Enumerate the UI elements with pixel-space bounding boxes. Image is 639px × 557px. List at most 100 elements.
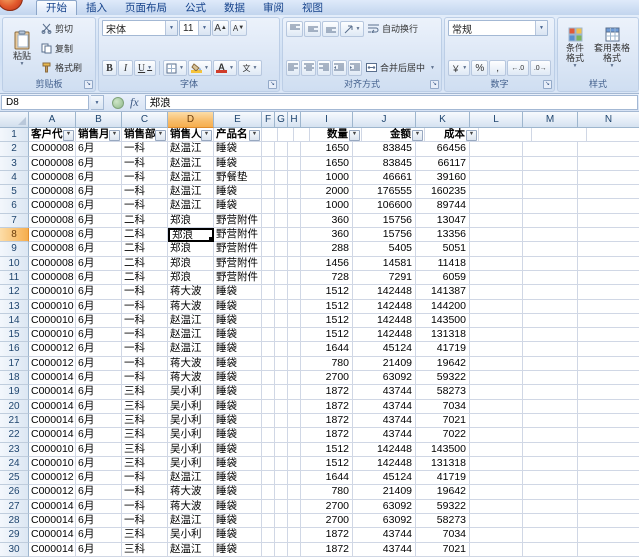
cell-A3[interactable]: C000008 [29,157,76,171]
cell-C25[interactable]: 一科 [122,471,168,485]
row-header-8[interactable]: 8 [0,228,29,242]
cell-F8[interactable] [262,228,275,242]
increase-decimal-button[interactable]: ←.0 [507,60,528,76]
cell-M6[interactable] [523,199,578,213]
cell-G28[interactable] [275,514,288,528]
cell-I14[interactable]: 1512 [301,314,353,328]
row-header-24[interactable]: 24 [0,457,29,471]
row-header-4[interactable]: 4 [0,171,29,185]
cell-L7[interactable] [470,214,523,228]
cell-C18[interactable]: 一科 [122,371,168,385]
cell-K22[interactable]: 7022 [416,428,470,442]
cell-B28[interactable]: 6月 [76,514,122,528]
cell-F12[interactable] [262,285,275,299]
cell-F24[interactable] [262,457,275,471]
cell-I22[interactable]: 1872 [301,428,353,442]
cell-G17[interactable] [275,357,288,371]
comma-style-button[interactable]: , [489,60,506,76]
cell-I10[interactable]: 1456 [301,257,353,271]
cell-K17[interactable]: 19642 [416,357,470,371]
cell-E3[interactable]: 睡袋 [214,157,262,171]
cell-B29[interactable]: 6月 [76,528,122,542]
cell-G29[interactable] [275,528,288,542]
cell-D8[interactable]: 郑浪 [168,228,214,242]
tab-home[interactable]: 开始 [36,0,77,15]
cell-B30[interactable]: 6月 [76,543,122,557]
cell-J7[interactable]: 15756 [353,214,416,228]
cell-D3[interactable]: 赵温江 [168,157,214,171]
cell-A27[interactable]: C000014 [29,500,76,514]
cell-J25[interactable]: 45124 [353,471,416,485]
cell-J9[interactable]: 5405 [353,242,416,256]
cell-B15[interactable]: 6月 [76,328,122,342]
align-right-button[interactable] [317,60,331,76]
cell-C9[interactable]: 二科 [122,242,168,256]
cell-A17[interactable]: C000012 [29,357,76,371]
cell-H2[interactable] [288,142,301,156]
cell-A15[interactable]: C000010 [29,328,76,342]
cell-F5[interactable] [262,185,275,199]
tab-page-layout[interactable]: 页面布局 [116,1,176,15]
formula-input[interactable]: 郑浪 [145,95,638,110]
cell-D18[interactable]: 蒋大波 [168,371,214,385]
cell-J23[interactable]: 142448 [353,443,416,457]
cell-L5[interactable] [470,185,523,199]
cell-F25[interactable] [262,471,275,485]
cell-L30[interactable] [470,543,523,557]
cell-H10[interactable] [288,257,301,271]
cell-A11[interactable]: C000008 [29,271,76,285]
cell-A24[interactable]: C000010 [29,457,76,471]
cell-N3[interactable] [578,157,639,171]
cell-G23[interactable] [275,443,288,457]
cell-G13[interactable] [275,300,288,314]
cell-B19[interactable]: 6月 [76,385,122,399]
cell-B13[interactable]: 6月 [76,300,122,314]
alignment-dialog-launcher[interactable]: ↘ [430,80,439,89]
cell-N25[interactable] [578,471,639,485]
decrease-indent-button[interactable] [332,60,346,76]
cell-H3[interactable] [288,157,301,171]
cell-I17[interactable]: 780 [301,357,353,371]
cell-N7[interactable] [578,214,639,228]
cell-L22[interactable] [470,428,523,442]
column-header-F[interactable]: F [262,112,275,128]
row-header-9[interactable]: 9 [0,242,29,256]
align-center-button[interactable] [301,60,315,76]
conditional-formatting-dropdown-arrow[interactable] [573,63,578,69]
cell-J5[interactable]: 176555 [353,185,416,199]
cell-J26[interactable]: 21409 [353,485,416,499]
cell-J29[interactable]: 43744 [353,528,416,542]
cell-I1[interactable]: 数量 [310,128,362,142]
cell-A5[interactable]: C000008 [29,185,76,199]
tab-formulas[interactable]: 公式 [176,1,215,15]
column-header-J[interactable]: J [353,112,416,128]
cell-K9[interactable]: 5051 [416,242,470,256]
cell-N22[interactable] [578,428,639,442]
cell-C24[interactable]: 三科 [122,457,168,471]
cell-H14[interactable] [288,314,301,328]
cell-D29[interactable]: 吴小利 [168,528,214,542]
cell-J19[interactable]: 43744 [353,385,416,399]
cell-L29[interactable] [470,528,523,542]
align-bottom-button[interactable] [322,21,339,37]
row-header-30[interactable]: 30 [0,543,29,557]
filter-button-K[interactable] [466,130,477,141]
cell-L3[interactable] [470,157,523,171]
cell-H12[interactable] [288,285,301,299]
row-header-19[interactable]: 19 [0,385,29,399]
cell-N24[interactable] [578,457,639,471]
cell-C1[interactable]: 销售部 [122,128,168,142]
row-header-18[interactable]: 18 [0,371,29,385]
cell-F30[interactable] [262,543,275,557]
cell-A4[interactable]: C000008 [29,171,76,185]
cell-L28[interactable] [470,514,523,528]
cell-A19[interactable]: C000014 [29,385,76,399]
cell-C8[interactable]: 二科 [122,228,168,242]
cell-B6[interactable]: 6月 [76,199,122,213]
cell-L1[interactable] [479,128,532,142]
cell-F6[interactable] [262,199,275,213]
name-box-dropdown-arrow[interactable]: ▼ [91,95,104,110]
row-header-23[interactable]: 23 [0,443,29,457]
increase-indent-button[interactable] [348,60,362,76]
cell-M29[interactable] [523,528,578,542]
